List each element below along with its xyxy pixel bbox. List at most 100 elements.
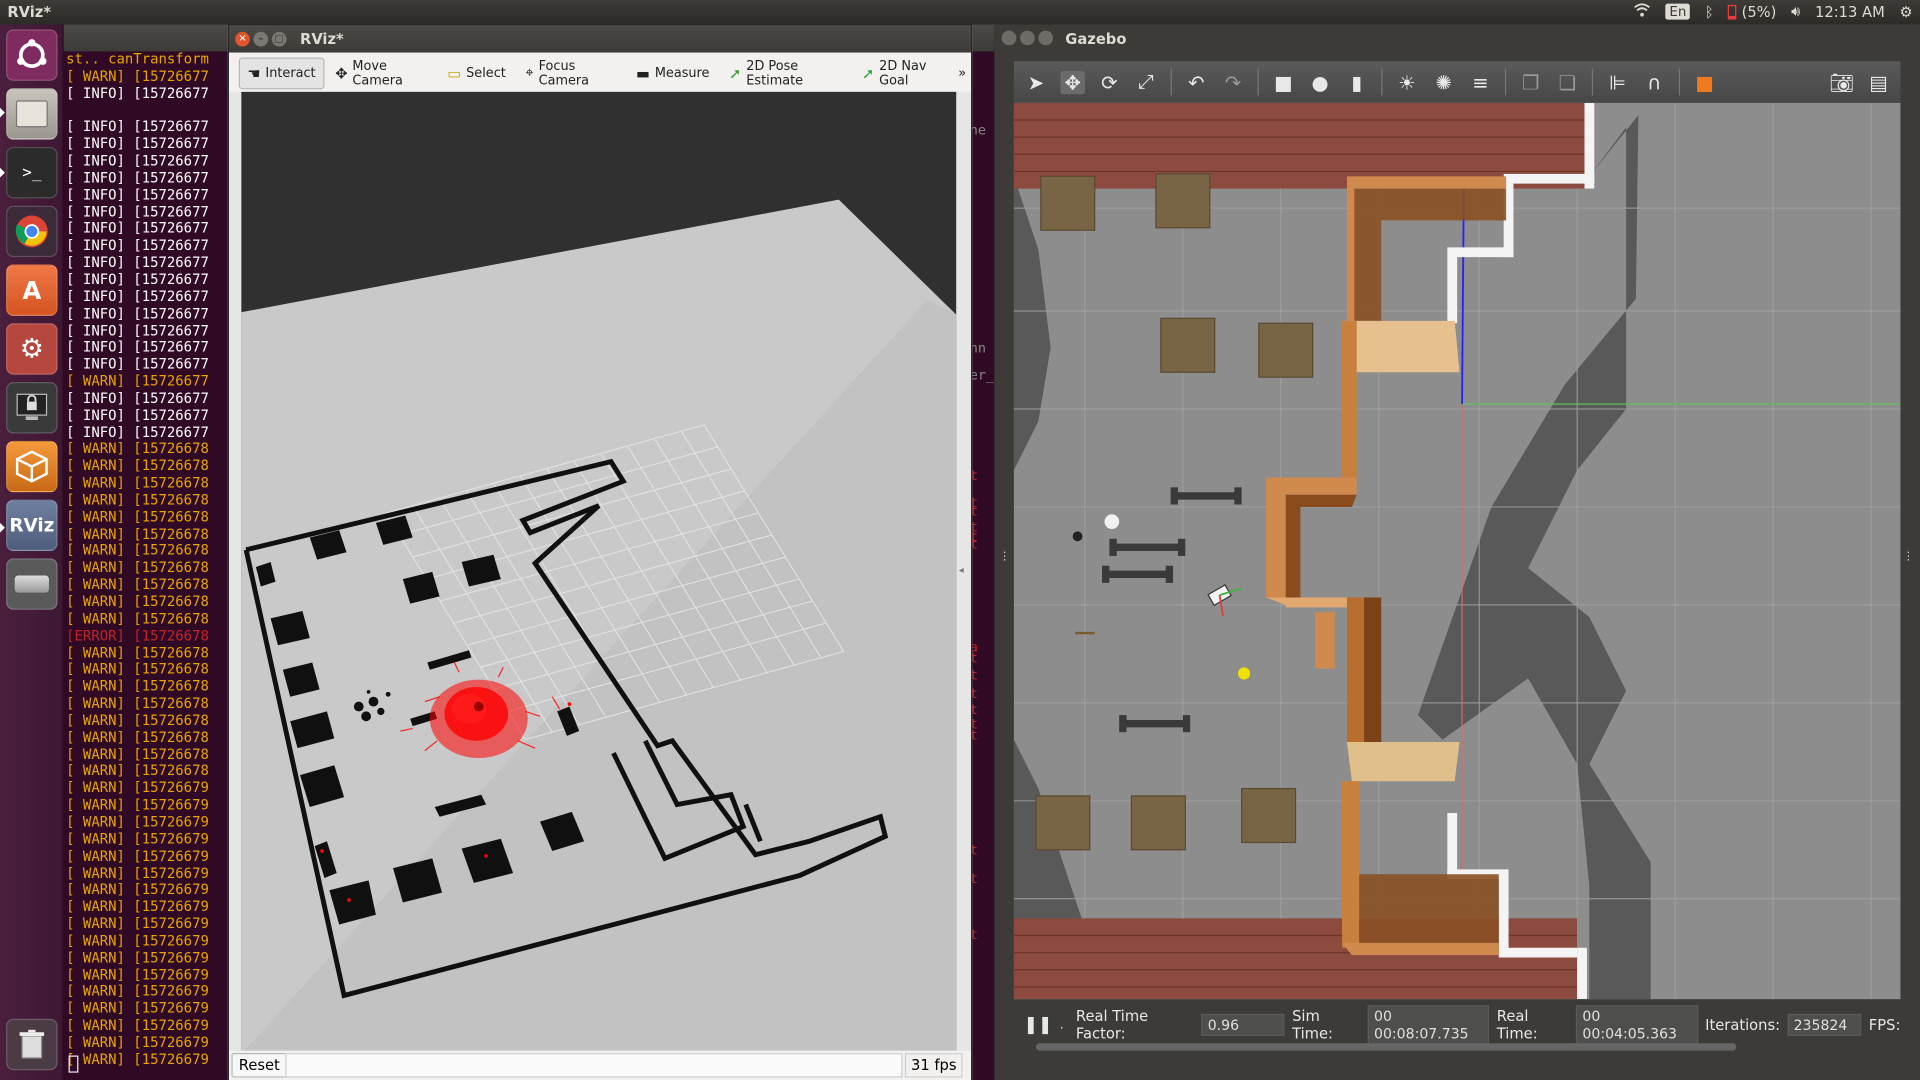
terminal-line: [ INFO] [15726677 — [66, 84, 209, 102]
robot-marker — [1104, 514, 1120, 529]
terminal-line: [ WARN] [15726678 — [66, 762, 209, 780]
close-icon[interactable] — [1001, 30, 1017, 46]
tool-label: Interact — [265, 65, 316, 81]
tool-interact[interactable]: ☚ Interact — [238, 56, 325, 89]
left-handle-icon[interactable]: ⋮ — [999, 551, 1010, 563]
system-tray: En ᛒ (5%) 🔊︎ 12:13 AM ⚙ — [1634, 2, 1913, 20]
translate-icon[interactable]: ✥ — [1060, 70, 1085, 94]
point-light-icon[interactable]: ☀ — [1395, 70, 1419, 93]
focus-camera-icon: ⌖ — [525, 63, 534, 81]
gazebo-status-bar: ❚❚ . Real Time Factor: 0.96 Sim Time: 00… — [1013, 1005, 1901, 1045]
terminal-line: [ INFO] [15726677 — [66, 270, 209, 288]
trash-icon[interactable] — [6, 1018, 58, 1071]
tool-2d-nav-goal[interactable]: ➚ 2D Nav Goal — [853, 57, 955, 89]
terminal-line: [ WARN] [15726679 — [66, 880, 209, 898]
scan-blob — [1072, 531, 1083, 542]
sphere-shape-icon[interactable]: ● — [1308, 70, 1332, 93]
align-icon[interactable]: ⊫ — [1605, 70, 1629, 93]
terminal-line: [ WARN] [15726678 — [66, 541, 209, 559]
screenshot-icon[interactable]: 📷︎ — [1829, 70, 1854, 93]
system-settings-icon[interactable]: ⚙ — [6, 323, 58, 375]
terminal-line: [ WARN] [15726678 — [66, 694, 209, 712]
toolbar-overflow-icon[interactable]: » — [958, 66, 966, 81]
maximize-icon[interactable] — [1038, 30, 1054, 46]
directional-light-icon[interactable]: ≡ — [1468, 70, 1492, 93]
spot-light-icon[interactable]: ✺ — [1431, 70, 1455, 93]
tool-select[interactable]: ▭ Select — [439, 57, 515, 89]
gazebo-title: Gazebo — [1065, 30, 1127, 48]
terminal-line: [ INFO] [15726677 — [66, 151, 209, 170]
select-arrow-icon[interactable]: ➤ — [1024, 70, 1048, 93]
files-icon[interactable] — [6, 88, 58, 140]
tool-move-camera[interactable]: ✥ Move Camera — [327, 57, 437, 89]
terminal-line: [ WARN] [15726678 — [66, 745, 209, 763]
terminal-line: [ WARN] [15726678 — [66, 473, 209, 492]
terminal-icon[interactable]: >_ — [6, 146, 58, 199]
pause-button[interactable]: ❚❚ — [1024, 1015, 1053, 1035]
rotate-icon[interactable]: ⟳ — [1097, 70, 1121, 93]
right-panel-splitter[interactable]: ◂ — [956, 91, 972, 1055]
terminal-line: [ WARN] [15726677 — [66, 67, 209, 85]
toolbar-separator — [1504, 68, 1507, 96]
gazebo-3d-view[interactable] — [1013, 102, 1901, 1000]
keyboard-layout-indicator[interactable]: En — [1665, 3, 1691, 20]
ubuntu-dash-icon[interactable] — [6, 29, 58, 81]
redo-icon[interactable]: ↷ — [1221, 70, 1245, 93]
terminal-line: [ WARN] [15726678 — [66, 558, 209, 576]
cylinder-shape-icon[interactable]: ▮ — [1344, 70, 1368, 93]
tool-label: 2D Nav Goal — [879, 58, 927, 88]
terminal-line: [ INFO] [15726677 — [66, 304, 209, 322]
wifi-icon[interactable] — [1634, 2, 1651, 20]
tool-focus-camera[interactable]: ⌖ Focus Camera — [517, 57, 625, 89]
log-icon[interactable]: ▤ — [1866, 70, 1890, 93]
tool-2d-pose-estimate[interactable]: ➚ 2D Pose Estimate — [720, 57, 850, 89]
terminal-line: [ WARN] [15726679 — [66, 829, 209, 848]
terminal-line: [ INFO] [15726677 — [66, 168, 209, 187]
tool-measure[interactable]: ▬ Measure — [627, 57, 718, 89]
rviz-3d-view[interactable] — [241, 91, 957, 1055]
terminal-line: [ INFO] [15726677 — [66, 185, 209, 203]
gazebo-window[interactable]: Gazebo ➤ ✥ ⟳ ⤢ ↶ ↷ ■ ● ▮ ☀ ✺ ≡ ❐ ❏ ⊫ ∩ ■ — [994, 24, 1920, 1080]
rviz-titlebar: ✕ – □ RViz* — [228, 25, 972, 53]
horizontal-scrollbar[interactable] — [1035, 1043, 1737, 1051]
virtualbox-icon[interactable] — [6, 440, 58, 493]
battery-indicator[interactable]: (5%) — [1728, 3, 1776, 20]
bluetooth-icon[interactable]: ᛒ — [1705, 3, 1714, 20]
gear-icon[interactable]: ⚙ — [1899, 3, 1912, 20]
box-shape-icon[interactable]: ■ — [1271, 70, 1295, 93]
clock[interactable]: 12:13 AM — [1815, 3, 1885, 20]
gazebo-toolbar: ➤ ✥ ⟳ ⤢ ↶ ↷ ■ ● ▮ ☀ ✺ ≡ ❐ ❏ ⊫ ∩ ■ 📷︎ ▤ — [1013, 61, 1901, 103]
undo-icon[interactable]: ↶ — [1184, 70, 1208, 93]
copy-icon[interactable]: ❐ — [1518, 70, 1542, 93]
chrome-icon[interactable] — [6, 205, 58, 258]
minimize-icon[interactable]: – — [253, 31, 269, 47]
lock-screen-icon[interactable] — [6, 382, 58, 434]
terminal-line: [ WARN] [15726678 — [66, 490, 209, 509]
minimize-icon[interactable] — [1020, 30, 1035, 46]
rtf-label: Real Time Factor: — [1075, 1007, 1149, 1043]
maximize-icon[interactable]: □ — [271, 31, 287, 47]
terminal-cursor — [68, 1055, 79, 1073]
terminal-output: st.. canTransform[ WARN] [15726677[ INFO… — [66, 51, 237, 1068]
disk-icon[interactable] — [6, 558, 58, 610]
right-handle-icon[interactable]: ⋮ — [1903, 551, 1914, 563]
battery-icon — [1728, 4, 1737, 20]
volume-icon[interactable]: 🔊︎ — [1791, 2, 1800, 20]
terminal-line: [ WARN] [15726678 — [66, 677, 209, 695]
change-view-icon[interactable]: ■ — [1692, 70, 1716, 93]
left-panel-splitter[interactable] — [228, 91, 242, 1055]
rviz-icon[interactable]: RViz — [6, 499, 58, 552]
toolbar-separator — [1591, 68, 1594, 96]
rviz-window[interactable]: ✕ – □ RViz* ☚ Interact ✥ Move Camera ▭ Select… — [227, 24, 973, 1080]
close-icon[interactable]: ✕ — [235, 31, 250, 47]
terminal-line: [ WARN] [15726679 — [66, 914, 209, 932]
reset-button[interactable]: Reset — [231, 1053, 288, 1078]
real-time-value: 00 00:04:05.363 — [1576, 1005, 1698, 1045]
scale-icon[interactable]: ⤢ — [1134, 70, 1158, 94]
terminal-line: [ WARN] [15726678 — [66, 728, 209, 746]
snap-icon[interactable]: ∩ — [1642, 70, 1666, 93]
terminal-line: [ WARN] [15726679 — [66, 948, 209, 966]
paste-icon[interactable]: ❏ — [1555, 70, 1579, 93]
software-center-icon[interactable]: A — [6, 264, 58, 316]
terminal-line: [ INFO] [15726677 — [66, 134, 209, 153]
